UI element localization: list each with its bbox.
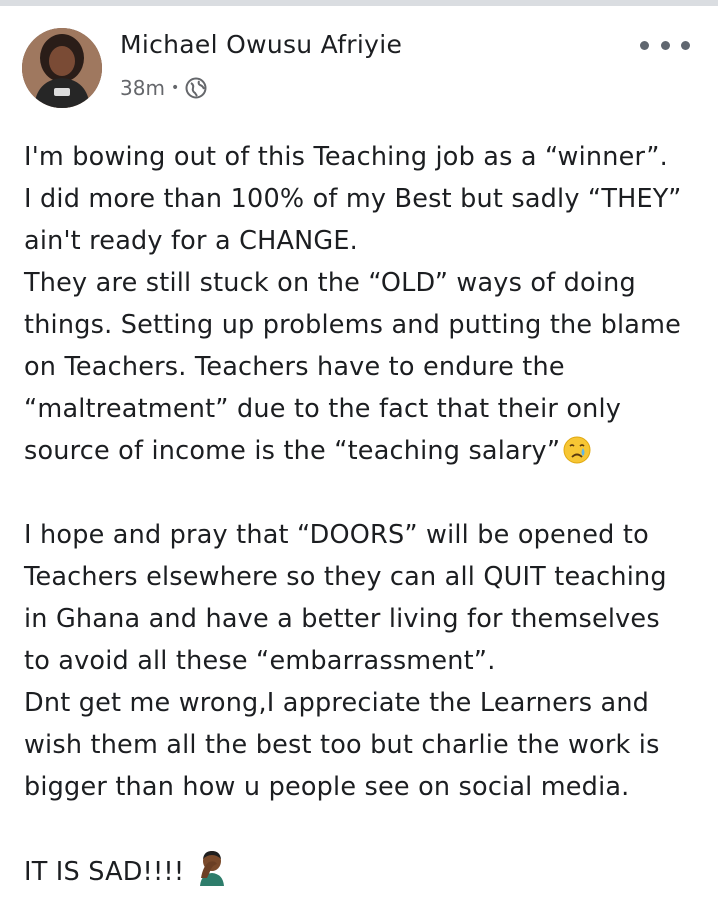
meta-separator: •	[170, 80, 180, 96]
post-header: Michael Owusu Afriyie 38m •	[0, 0, 718, 120]
post-line: They are still stuck on the “OLD” ways o…	[24, 268, 636, 298]
post-line: bigger than how u people see on social m…	[24, 772, 630, 802]
more-horizontal-icon	[681, 40, 690, 50]
more-horizontal-icon	[640, 40, 649, 50]
post-body: I'm bowing out of this Teaching job as a…	[24, 136, 694, 892]
post-meta: 38m •	[120, 76, 207, 100]
author-name[interactable]: Michael Owusu Afriyie	[120, 30, 402, 59]
post-line-text: source of income is the “teaching salary…	[24, 436, 561, 466]
post-line: ain't ready for a CHANGE.	[24, 226, 358, 256]
more-options-button[interactable]	[640, 30, 690, 60]
post-line-with-emoji: source of income is the “teaching salary…	[24, 430, 694, 472]
crying-face-icon	[563, 436, 591, 464]
post-line: wish them all the best too but charlie t…	[24, 730, 660, 760]
avatar-photo	[22, 28, 102, 108]
post-line: I hope and pray that “DOORS” will be ope…	[24, 520, 649, 550]
post-line: “maltreatment” due to the fact that thei…	[24, 394, 622, 424]
post-line: I'm bowing out of this Teaching job as a…	[24, 142, 668, 172]
post-line: Teachers elsewhere so they can all QUIT …	[24, 562, 667, 592]
post-line: on Teachers. Teachers have to endure the	[24, 352, 565, 382]
post-line: things. Setting up problems and putting …	[24, 310, 681, 340]
more-horizontal-icon	[660, 40, 670, 50]
post-line-text: IT IS SAD!!!!	[24, 857, 185, 887]
post-line: to avoid all these “embarrassment”.	[24, 646, 496, 676]
post-line: in Ghana and have a better living for th…	[24, 604, 660, 634]
post-timestamp[interactable]: 38m	[120, 76, 165, 100]
globe-icon[interactable]	[185, 77, 207, 99]
paragraph-break	[24, 808, 694, 850]
post-line: Dnt get me wrong,I appreciate the Learne…	[24, 688, 650, 718]
post-line-with-emoji: IT IS SAD!!!!	[24, 850, 694, 892]
paragraph-break	[24, 472, 694, 514]
person-facepalming-icon	[199, 851, 224, 886]
author-avatar[interactable]	[22, 28, 102, 108]
post-line: I did more than 100% of my Best but sadl…	[24, 184, 682, 214]
